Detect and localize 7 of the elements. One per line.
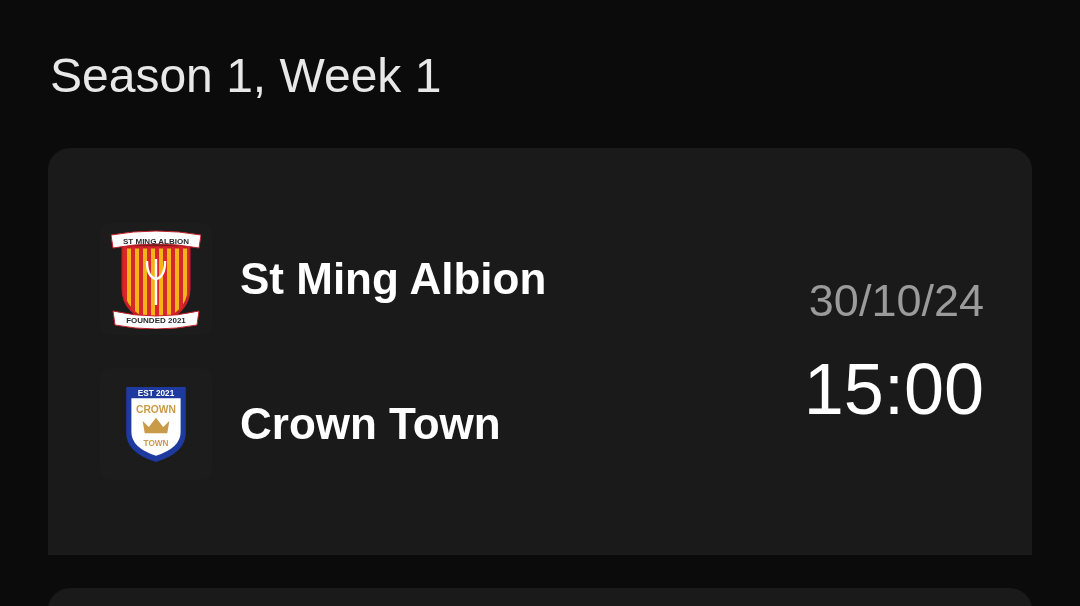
team-name: Crown Town bbox=[240, 402, 501, 446]
club-crest-logo: ST MING ALBION FOUNDED 2021 bbox=[111, 229, 201, 329]
team-name: St Ming Albion bbox=[240, 257, 547, 301]
season-week-heading: Season 1, Week 1 bbox=[50, 52, 442, 100]
match-date: 30/10/24 bbox=[808, 278, 984, 323]
kickoff-time: 15:00 bbox=[803, 353, 984, 425]
club-crest-logo: EST 2021 CROWN TOWN bbox=[124, 384, 188, 464]
